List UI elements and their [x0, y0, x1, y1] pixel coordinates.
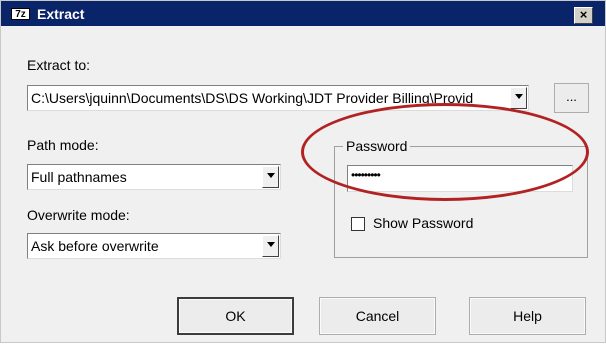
- password-group-legend: Password: [343, 138, 411, 154]
- ok-button[interactable]: OK: [177, 297, 294, 335]
- password-masked-value: •••••••••: [351, 168, 381, 182]
- chevron-down-icon: [267, 173, 275, 178]
- path-mode-value: Full pathnames: [31, 169, 127, 185]
- password-input[interactable]: •••••••••: [347, 165, 573, 192]
- cancel-button[interactable]: Cancel: [319, 297, 436, 335]
- path-mode-label: Path mode:: [27, 137, 99, 153]
- path-mode-dropdown-button[interactable]: [262, 166, 279, 188]
- 7zip-logo-icon: 7z: [11, 8, 30, 20]
- title-bar: 7z Extract ×: [1, 1, 605, 26]
- browse-button[interactable]: ...: [554, 83, 589, 113]
- password-groupbox: [334, 146, 588, 258]
- path-mode-select[interactable]: Full pathnames: [27, 164, 281, 190]
- close-button[interactable]: ×: [574, 7, 593, 24]
- extract-to-label: Extract to:: [27, 57, 91, 73]
- extract-path-dropdown-button[interactable]: [510, 87, 527, 109]
- overwrite-mode-dropdown-button[interactable]: [262, 235, 279, 257]
- show-password-label[interactable]: Show Password: [373, 215, 473, 231]
- chevron-down-icon: [267, 242, 275, 247]
- chevron-down-icon: [515, 94, 523, 99]
- window-title: Extract: [37, 6, 85, 22]
- overwrite-mode-label: Overwrite mode:: [27, 207, 130, 223]
- help-button[interactable]: Help: [469, 297, 586, 335]
- extract-path-value: C:\Users\jquinn\Documents\DS\DS Working\…: [31, 90, 474, 106]
- overwrite-mode-value: Ask before overwrite: [31, 238, 159, 254]
- overwrite-mode-select[interactable]: Ask before overwrite: [27, 233, 281, 259]
- extract-path-combobox[interactable]: C:\Users\jquinn\Documents\DS\DS Working\…: [27, 85, 529, 111]
- show-password-checkbox[interactable]: [351, 217, 365, 231]
- extract-dialog: 7z Extract × Extract to: C:\Users\jquinn…: [0, 0, 606, 343]
